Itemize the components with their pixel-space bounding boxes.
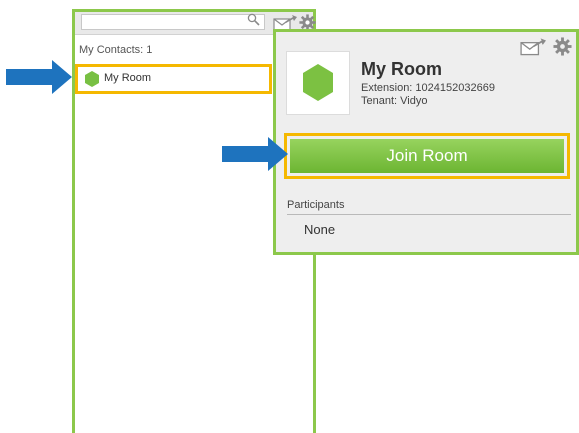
arrow-right-icon xyxy=(222,137,288,171)
room-hexagon-icon xyxy=(303,64,333,101)
join-room-button[interactable]: Join Room xyxy=(290,139,564,173)
contacts-count: My Contacts: 1 xyxy=(79,44,153,56)
contact-item-label: My Room xyxy=(104,72,152,84)
arrow-right-icon xyxy=(6,60,72,94)
contact-item-my-room[interactable]: My Room xyxy=(75,64,272,94)
invite-icon[interactable] xyxy=(520,37,546,57)
gear-icon[interactable] xyxy=(553,37,572,56)
join-room-highlight: Join Room xyxy=(284,133,570,179)
room-title: My Room xyxy=(361,59,442,79)
room-avatar xyxy=(286,51,350,115)
room-hexagon-icon xyxy=(85,71,99,87)
search-input[interactable] xyxy=(81,14,265,30)
participants-divider xyxy=(287,214,571,215)
room-details-card: My Room Extension: 1024152032669 Tenant:… xyxy=(273,29,579,255)
room-extension: Extension: 1024152032669 xyxy=(361,82,495,94)
participants-empty: None xyxy=(304,222,336,237)
participants-heading: Participants xyxy=(287,199,345,211)
search-icon[interactable] xyxy=(247,13,260,26)
room-tenant: Tenant: Vidyo xyxy=(361,95,428,107)
